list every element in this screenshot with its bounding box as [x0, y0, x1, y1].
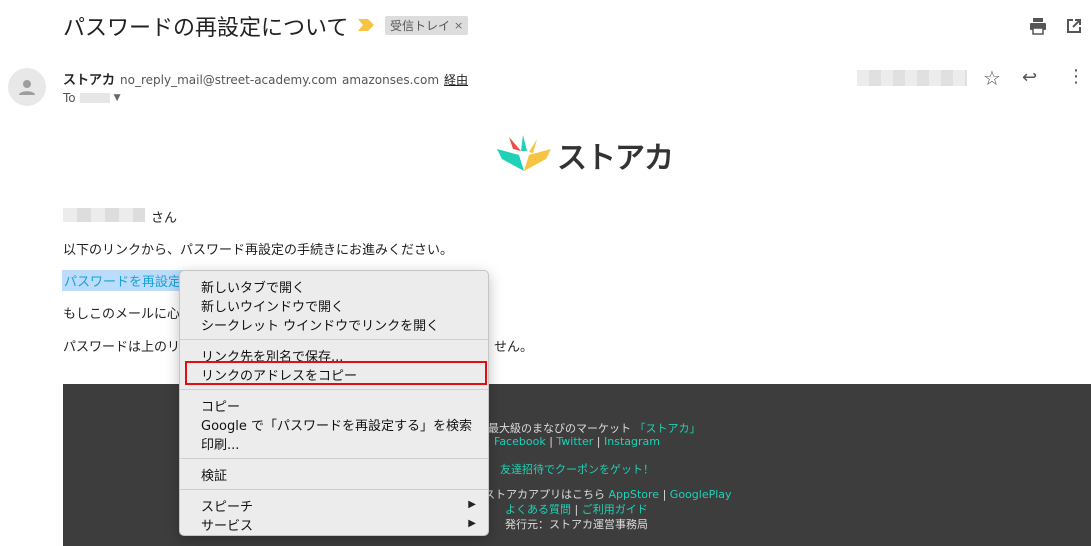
person-icon — [19, 80, 35, 95]
app-text: ストアカアプリはこちら — [484, 488, 605, 501]
body-line-4-end: せん。 — [494, 340, 534, 355]
print-icon[interactable] — [1028, 16, 1048, 36]
menu-inspect[interactable]: 検証 — [201, 465, 227, 484]
highlight-box — [185, 361, 487, 385]
logo-text: ストアカ — [557, 141, 674, 176]
brand-logo: ストアカ — [497, 133, 674, 177]
footer-brand-link[interactable]: 「ストアカ」 — [635, 422, 701, 435]
sender-name: ストアカ — [63, 73, 116, 88]
menu-separator — [180, 389, 488, 390]
recipient-name-redacted — [63, 208, 145, 222]
appstore-link[interactable]: AppStore — [609, 488, 660, 501]
googleplay-link[interactable]: GooglePlay — [670, 488, 732, 501]
separator: | — [549, 435, 553, 448]
submenu-arrow-icon: ▶ — [468, 518, 476, 529]
star-icon[interactable]: ☆ — [983, 66, 1001, 90]
chevron-down-icon[interactable]: ▼ — [114, 93, 121, 103]
invite-link[interactable]: 友達招待でクーポンをゲット！ — [500, 461, 654, 477]
menu-services[interactable]: サービス — [201, 515, 253, 534]
sender-line: ストアカ no_reply_mail@street-academy.com am… — [63, 69, 468, 88]
sender-email: no_reply_mail@street-academy.com — [120, 73, 338, 87]
sender-avatar — [8, 68, 46, 106]
footer-tagline: 最大級のまなびのマーケット 「ストアカ」 — [488, 420, 701, 436]
inbox-label-text: 受信トレイ — [390, 19, 451, 33]
separator: | — [574, 503, 579, 516]
important-marker-icon[interactable] — [358, 19, 374, 31]
label-remove-icon[interactable]: × — [454, 19, 463, 32]
logo-mark-icon — [497, 135, 551, 171]
menu-separator — [180, 489, 488, 490]
instagram-link[interactable]: Instagram — [604, 435, 660, 448]
via-link[interactable]: 経由 — [444, 71, 468, 88]
menu-search-google[interactable]: Google で「パスワードを再設定する」を検索 — [201, 415, 472, 434]
menu-open-incognito[interactable]: シークレット ウインドウでリンクを開く — [201, 315, 439, 334]
separator: | — [662, 488, 667, 501]
twitter-link[interactable]: Twitter — [556, 435, 593, 448]
menu-speech[interactable]: スピーチ — [201, 496, 253, 515]
facebook-link[interactable]: Facebook — [494, 435, 546, 448]
body-line-4: パスワードは上のリ — [63, 340, 181, 355]
menu-open-new-window[interactable]: 新しいウインドウで開く — [201, 296, 344, 315]
inbox-label-chip[interactable]: 受信トレイ × — [385, 16, 469, 35]
menu-separator — [180, 458, 488, 459]
date-redacted — [857, 70, 967, 86]
menu-open-new-tab[interactable]: 新しいタブで開く — [201, 277, 305, 296]
reply-icon[interactable]: ↩ — [1022, 67, 1037, 88]
reset-password-link[interactable]: パスワードを再設定 — [62, 270, 184, 291]
email-subject: パスワードの再設定について — [63, 16, 349, 41]
menu-separator — [180, 339, 488, 340]
footer-help-line: よくある質問 | ご利用ガイド — [505, 501, 648, 517]
faq-link[interactable]: よくある質問 — [505, 503, 571, 516]
footer-tagline-text: 最大級のまなびのマーケット — [488, 422, 631, 435]
recipient-line[interactable]: To ▼ — [63, 91, 121, 105]
context-menu: 新しいタブで開く 新しいウインドウで開く シークレット ウインドウでリンクを開く… — [179, 270, 489, 536]
menu-copy[interactable]: コピー — [201, 396, 240, 415]
recipient-redacted — [79, 93, 110, 103]
greeting-suffix: さん — [151, 211, 178, 226]
separator: | — [596, 435, 601, 448]
body-line-3: もしこのメールに心 — [63, 307, 181, 322]
footer-app-line: ストアカアプリはこちら AppStore | GooglePlay — [484, 486, 732, 502]
footer-publisher: 発行元：ストアカ運営事務局 — [505, 518, 648, 531]
open-in-new-icon[interactable] — [1064, 16, 1084, 36]
footer-social: Facebook | Twitter | Instagram — [494, 435, 660, 448]
guide-link[interactable]: ご利用ガイド — [582, 503, 648, 516]
to-prefix: To — [63, 91, 76, 105]
body-line-1: 以下のリンクから、パスワード再設定の手続きにお進みください。 — [63, 243, 454, 258]
sender-domain: amazonses.com — [342, 73, 440, 87]
menu-print[interactable]: 印刷... — [201, 434, 239, 453]
more-options-icon[interactable]: ⋮ — [1067, 66, 1085, 87]
submenu-arrow-icon: ▶ — [468, 499, 476, 510]
